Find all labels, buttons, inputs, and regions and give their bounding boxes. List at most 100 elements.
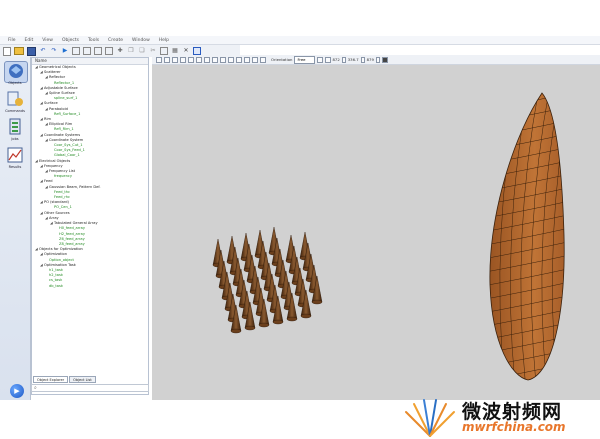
cut-icon[interactable]: ✂ xyxy=(149,47,157,55)
view-tool-1-icon[interactable] xyxy=(156,56,162,63)
tree-node-label: Frequency List xyxy=(49,169,75,174)
tree-node-label: Refl_Surface_1 xyxy=(54,111,81,116)
tree-node-label: Surface xyxy=(44,101,58,106)
stepper-2-icon[interactable] xyxy=(360,56,365,63)
tree-node-label: Spline Surface xyxy=(49,91,75,96)
explorer-tabs: Object Explorer Object List xyxy=(33,376,96,383)
tree-node-label: H0_feed_array xyxy=(59,226,85,231)
view-tool-3-icon[interactable] xyxy=(172,56,178,63)
tab-object-explorer[interactable]: Object Explorer xyxy=(33,376,69,383)
undo-icon[interactable]: ↶ xyxy=(39,47,47,55)
tool-b-icon[interactable] xyxy=(83,47,91,55)
view-tool-4-icon[interactable] xyxy=(180,56,186,63)
menu-create[interactable]: Create xyxy=(108,38,123,43)
title-bar xyxy=(0,0,600,30)
tree-node-label: Feed xyxy=(44,179,53,184)
object-tree-panel: Name ◢Geometrical Objects ◢Scatterer ◢Refl… xyxy=(31,57,149,395)
sidebar-item-jobs[interactable] xyxy=(4,117,26,137)
orientation-select[interactable]: Free xyxy=(294,55,315,64)
sidebar-item-results[interactable] xyxy=(4,145,26,165)
tool-a-icon[interactable] xyxy=(72,47,80,55)
menu-help[interactable]: Help xyxy=(159,38,169,43)
sidebar-item-commands[interactable] xyxy=(4,89,26,109)
menu-file[interactable]: File xyxy=(8,38,16,43)
3d-scene xyxy=(212,92,565,381)
tree-node-label: Frequency xyxy=(44,163,63,168)
tree-node-label: Optimization xyxy=(44,252,67,257)
view-tool-9-icon[interactable] xyxy=(220,56,226,63)
tree-node-label: frequency xyxy=(54,174,73,179)
tree-node-label: cs_task xyxy=(49,278,63,283)
objects-icon xyxy=(9,64,23,78)
tree-node-label: Geometrical Objects xyxy=(39,65,76,69)
menu-window[interactable]: Window xyxy=(132,38,150,43)
copy-icon[interactable]: ❐ xyxy=(127,47,135,55)
tree-node-label: Paraboloid xyxy=(49,106,68,111)
view-tool-7-icon[interactable] xyxy=(204,56,210,63)
paste-icon[interactable]: ❏ xyxy=(138,47,146,55)
new-file-icon[interactable] xyxy=(3,46,11,56)
tree-node-label: Gaussian Beam, Pattern Def. xyxy=(49,184,101,189)
view-tool-8-icon[interactable] xyxy=(212,56,218,63)
help-icon: ▶ xyxy=(14,387,20,395)
watermark-url: mwrfchina.com xyxy=(462,420,566,434)
tree-node-label: h1_task xyxy=(49,267,63,272)
tool-c-icon[interactable] xyxy=(94,47,102,55)
view-tool-13-icon[interactable] xyxy=(252,56,258,63)
sidebar-item-label: Jobs xyxy=(11,137,19,141)
view-tool-12-icon[interactable] xyxy=(244,56,250,63)
redo-icon[interactable]: ↷ xyxy=(50,47,58,55)
save-view-icon[interactable] xyxy=(316,56,323,63)
tree-node-label: Electrical Objects xyxy=(39,158,71,163)
stepper-3-icon[interactable] xyxy=(375,56,380,63)
menu-view[interactable]: View xyxy=(42,38,53,43)
sidebar-item-objects[interactable] xyxy=(4,61,28,83)
mesh-line xyxy=(489,105,565,127)
layout-icon[interactable] xyxy=(160,47,168,55)
window-icon[interactable] xyxy=(193,47,201,55)
close-icon[interactable]: ✕ xyxy=(182,47,190,55)
tree-node-label: Coor_Sys_Feed_1 xyxy=(54,148,85,153)
stepper-1-icon[interactable] xyxy=(341,56,346,63)
tree-node-label: Coor_Sys_Cut_1 xyxy=(54,143,83,148)
view-tool-5-icon[interactable] xyxy=(188,56,194,63)
view-toolbar: Orientation Free 872 336.7 879 xyxy=(152,55,600,65)
menu-edit[interactable]: Edit xyxy=(25,38,34,43)
sidebar-item-label: Objects xyxy=(8,81,22,85)
readout-1: 872 xyxy=(332,57,340,62)
open-folder-icon[interactable] xyxy=(14,47,24,55)
add-icon[interactable]: ✚ xyxy=(116,47,124,55)
view-tool-2-icon[interactable] xyxy=(164,56,170,63)
tab-object-list[interactable]: Object List xyxy=(69,376,96,383)
save-icon[interactable] xyxy=(27,46,36,56)
orientation-label: Orientation xyxy=(271,57,293,62)
tree-node-label: Reflector_1 xyxy=(54,80,75,85)
tree-node-label: Adjustable Surface xyxy=(44,85,78,90)
menu-tools[interactable]: Tools xyxy=(88,38,99,43)
zoom-icon[interactable] xyxy=(324,56,331,63)
tree-node-label: H2_feed_array xyxy=(59,231,85,236)
object-tree: ◢Geometrical Objects ◢Scatterer ◢Reflector… xyxy=(32,65,148,289)
view-tool-6-icon[interactable] xyxy=(196,56,202,63)
view-tool-14-icon[interactable] xyxy=(260,56,266,63)
watermark-logo-icon xyxy=(405,399,455,437)
tree-node-label: Rim xyxy=(44,117,51,122)
view-tool-10-icon[interactable] xyxy=(228,56,234,63)
3d-viewport[interactable] xyxy=(152,65,600,400)
view-tool-11-icon[interactable] xyxy=(236,56,242,63)
sidebar-item-label: Results xyxy=(8,165,22,169)
tree-search-input[interactable]: ⌕ xyxy=(31,384,149,392)
tree-node-label: spline_surf_1 xyxy=(54,96,78,101)
help-button[interactable]: ▶ xyxy=(10,384,24,398)
tree-node-label: Optimisation Task xyxy=(44,262,76,267)
tree-node-label: Feed_rhc xyxy=(54,195,71,200)
run-icon[interactable]: ▶ xyxy=(61,47,69,55)
tree-node-label: PO_Cen_1 xyxy=(54,205,72,210)
camera-icon[interactable] xyxy=(381,56,388,63)
grid-icon[interactable]: ▦ xyxy=(171,47,179,55)
tool-d-icon[interactable] xyxy=(105,47,113,55)
jobs-icon xyxy=(9,118,21,135)
feed-array xyxy=(212,226,323,334)
tree-node[interactable]: db_task xyxy=(32,284,148,289)
menu-objects[interactable]: Objects xyxy=(62,38,79,43)
